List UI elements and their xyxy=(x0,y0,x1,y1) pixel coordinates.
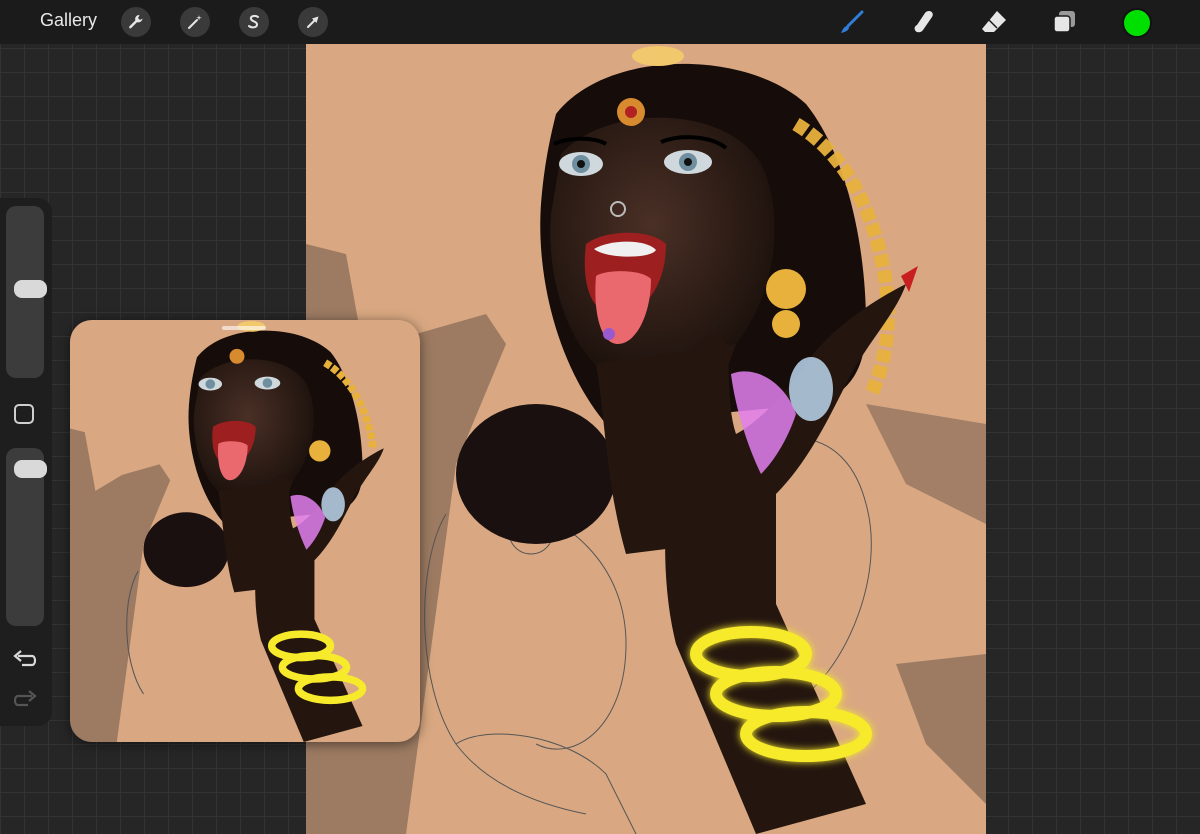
transform-button[interactable] xyxy=(298,7,328,37)
current-color-swatch[interactable] xyxy=(1122,8,1152,38)
modify-button[interactable] xyxy=(14,404,34,424)
eraser-tool-button[interactable] xyxy=(980,8,1008,36)
arrow-cursor-icon xyxy=(307,16,319,28)
magic-wand-icon xyxy=(188,15,202,29)
actions-wrench-button[interactable] xyxy=(121,7,151,37)
brush-tool-button[interactable] xyxy=(838,8,866,36)
selection-s-icon xyxy=(248,14,259,29)
opacity-slider[interactable] xyxy=(6,448,47,626)
undo-button[interactable] xyxy=(12,648,38,670)
reference-image-window[interactable] xyxy=(70,320,420,742)
reference-window-grabber[interactable] xyxy=(222,326,266,330)
smudge-tool-button[interactable] xyxy=(909,8,937,36)
redo-button[interactable] xyxy=(12,688,38,710)
gallery-button[interactable]: Gallery xyxy=(40,10,97,31)
undo-icon xyxy=(13,650,37,667)
adjustments-button[interactable] xyxy=(180,7,210,37)
brush-size-slider[interactable] xyxy=(6,206,47,378)
redo-icon xyxy=(13,690,37,707)
selection-button[interactable] xyxy=(239,7,269,37)
brush-size-thumb[interactable] xyxy=(14,280,47,299)
brush-icon xyxy=(841,10,864,33)
top-toolbar: Gallery xyxy=(0,0,1200,44)
layers-button[interactable] xyxy=(1051,8,1079,36)
left-sidebar xyxy=(0,198,52,726)
opacity-thumb[interactable] xyxy=(14,459,47,478)
reference-artwork xyxy=(70,321,384,742)
smudge-finger-icon xyxy=(914,11,933,33)
layers-icon xyxy=(1053,11,1075,33)
wrench-icon xyxy=(129,15,143,29)
eraser-icon xyxy=(982,11,1006,32)
